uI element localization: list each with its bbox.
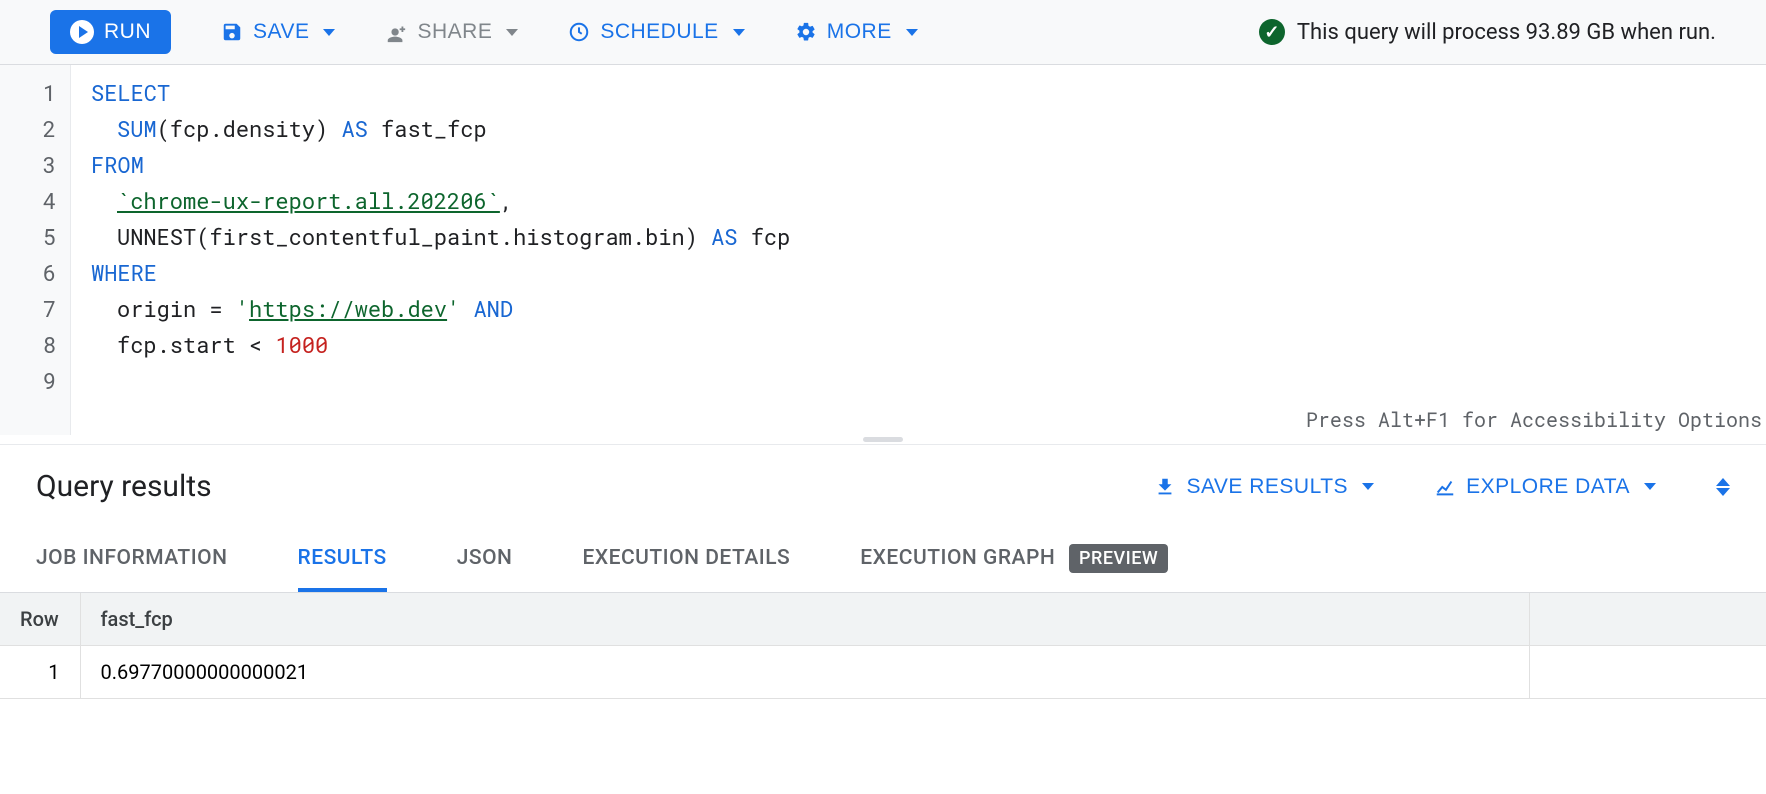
code-line[interactable]: origin = 'https://web.dev' AND	[71, 291, 1766, 327]
code-line[interactable]: UNNEST(first_contentful_paint.histogram.…	[71, 219, 1766, 255]
share-label: SHARE	[417, 20, 492, 44]
line-number: 6	[0, 255, 56, 291]
code-area[interactable]: SELECTSUM(fcp.density) AS fast_fcpFROM`c…	[70, 65, 1766, 435]
results-title: Query results	[36, 469, 212, 504]
status-message: This query will process 93.89 GB when ru…	[1297, 20, 1716, 45]
column-header-row[interactable]: Row	[0, 593, 80, 646]
tab-execution-graph-label: EXECUTION GRAPH	[860, 546, 1055, 570]
explore-data-label: EXPLORE DATA	[1466, 475, 1630, 499]
line-gutter: 123456789	[0, 65, 70, 435]
results-table: Row fast_fcp 10.69770000000000021	[0, 593, 1766, 699]
code-line[interactable]: SELECT	[71, 75, 1766, 111]
save-results-button[interactable]: SAVE RESULTS	[1154, 475, 1374, 499]
check-circle-icon: ✓	[1259, 19, 1285, 45]
chevron-down-icon	[733, 29, 745, 36]
more-label: MORE	[827, 20, 892, 44]
results-header: Query results SAVE RESULTS EXPLORE DATA	[0, 445, 1766, 528]
chevron-down-icon	[1644, 483, 1656, 490]
code-line[interactable]: SUM(fcp.density) AS fast_fcp	[71, 111, 1766, 147]
code-line[interactable]: fcp.start < 1000	[71, 327, 1766, 363]
toolbar: RUN SAVE SHARE SCHEDULE MORE ✓ This quer…	[0, 0, 1766, 65]
chevron-down-icon	[323, 29, 335, 36]
run-button[interactable]: RUN	[50, 10, 171, 54]
line-number: 5	[0, 219, 56, 255]
code-line[interactable]: FROM	[71, 147, 1766, 183]
preview-badge: PREVIEW	[1069, 544, 1168, 573]
share-button[interactable]: SHARE	[385, 20, 518, 44]
more-button[interactable]: MORE	[795, 20, 918, 44]
tab-execution-details[interactable]: EXECUTION DETAILS	[582, 528, 790, 592]
share-icon	[385, 21, 407, 43]
split-drag-handle[interactable]	[0, 435, 1766, 445]
save-results-label: SAVE RESULTS	[1186, 475, 1348, 499]
line-number: 1	[0, 75, 56, 111]
code-line[interactable]: WHERE	[71, 255, 1766, 291]
save-label: SAVE	[253, 20, 309, 44]
run-label: RUN	[104, 20, 151, 44]
save-button[interactable]: SAVE	[221, 20, 335, 44]
tab-job-information[interactable]: JOB INFORMATION	[36, 528, 228, 592]
table-header-row: Row fast_fcp	[0, 593, 1766, 646]
accessibility-hint: Press Alt+F1 for Accessibility Options	[1306, 407, 1762, 433]
results-tabs: JOB INFORMATION RESULTS JSON EXECUTION D…	[0, 528, 1766, 593]
expand-toggle[interactable]	[1716, 478, 1730, 496]
line-number: 7	[0, 291, 56, 327]
download-icon	[1154, 476, 1176, 498]
line-number: 2	[0, 111, 56, 147]
explore-data-button[interactable]: EXPLORE DATA	[1434, 475, 1656, 499]
chevron-down-icon	[1362, 483, 1374, 490]
chart-icon	[1434, 476, 1456, 498]
chevron-up-icon	[1716, 478, 1730, 486]
save-icon	[221, 21, 243, 43]
cell-fast-fcp: 0.69770000000000021	[80, 646, 1530, 699]
cell-row: 1	[0, 646, 80, 699]
code-line[interactable]: `chrome-ux-report.all.202206`,	[71, 183, 1766, 219]
play-icon	[70, 20, 94, 44]
chevron-down-icon	[1716, 488, 1730, 496]
schedule-label: SCHEDULE	[600, 20, 718, 44]
gear-icon	[795, 21, 817, 43]
line-number: 9	[0, 363, 56, 399]
schedule-button[interactable]: SCHEDULE	[568, 20, 744, 44]
table-row[interactable]: 10.69770000000000021	[0, 646, 1766, 699]
sql-editor[interactable]: 123456789 SELECTSUM(fcp.density) AS fast…	[0, 65, 1766, 435]
query-status: ✓ This query will process 93.89 GB when …	[1259, 19, 1716, 45]
line-number: 4	[0, 183, 56, 219]
chevron-down-icon	[506, 29, 518, 36]
tab-results[interactable]: RESULTS	[298, 528, 387, 592]
line-number: 3	[0, 147, 56, 183]
column-header-fast-fcp[interactable]: fast_fcp	[80, 593, 1530, 646]
chevron-down-icon	[906, 29, 918, 36]
tab-execution-graph[interactable]: EXECUTION GRAPH PREVIEW	[860, 528, 1168, 592]
clock-icon	[568, 21, 590, 43]
tab-json[interactable]: JSON	[457, 528, 513, 592]
line-number: 8	[0, 327, 56, 363]
